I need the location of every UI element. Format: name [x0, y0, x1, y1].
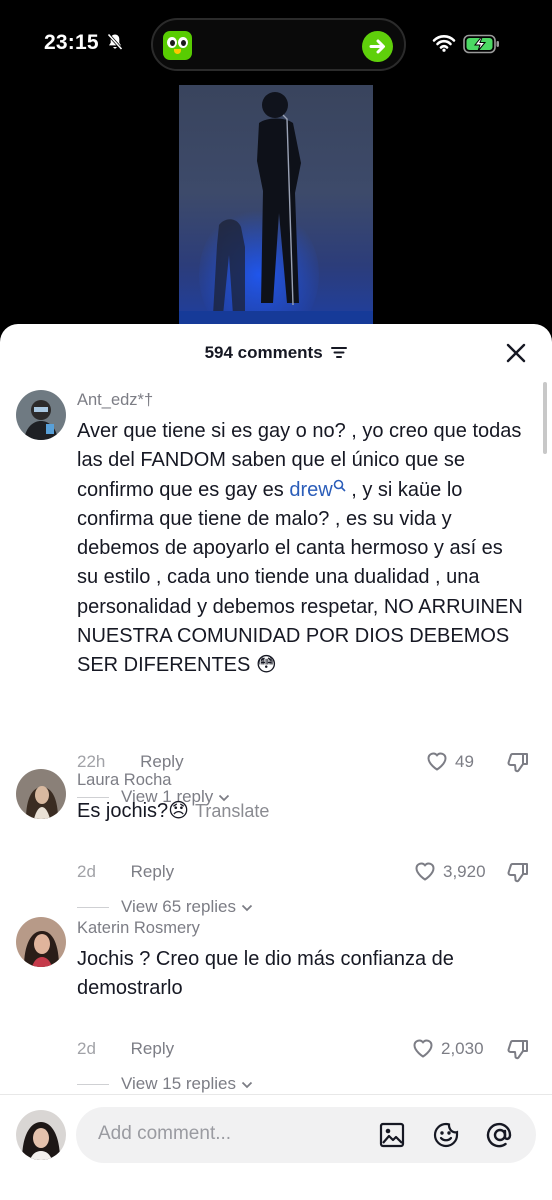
- chevron-down-icon: [241, 904, 252, 912]
- reply-button[interactable]: Reply: [131, 862, 174, 881]
- comment-meta: 2d Reply: [77, 1039, 174, 1059]
- image-icon[interactable]: [378, 1121, 406, 1149]
- avatar[interactable]: [16, 917, 66, 967]
- mention-link[interactable]: drew: [289, 479, 346, 501]
- avatar[interactable]: [16, 390, 66, 440]
- comment-input-bar: Add comment...: [0, 1094, 552, 1200]
- view-replies-button[interactable]: View 65 replies: [77, 897, 253, 917]
- comments-header: 594 comments: [0, 324, 552, 380]
- avatar[interactable]: [16, 769, 66, 819]
- comment-input[interactable]: Add comment...: [76, 1107, 536, 1163]
- like-count: 2,030: [441, 1039, 484, 1058]
- comments-sheet: 594 comments Ant_edz*† Aver que tiene si…: [0, 324, 552, 1200]
- video-preview[interactable]: [179, 85, 373, 325]
- avatar[interactable]: [16, 1110, 66, 1160]
- at-icon[interactable]: [486, 1121, 514, 1149]
- filter-icon[interactable]: [331, 344, 348, 364]
- comment-username[interactable]: Laura Rocha: [77, 771, 171, 790]
- dislike-icon[interactable]: [506, 750, 530, 774]
- bell-slash-icon: [107, 33, 123, 56]
- like-count: 3,920: [443, 862, 486, 881]
- dynamic-island[interactable]: [151, 18, 406, 71]
- comment-count: 594 comments: [204, 343, 323, 362]
- status-bar: 23:15: [0, 0, 552, 86]
- heart-icon[interactable]: [413, 859, 437, 885]
- comment-text: Jochis ? Creo que le dio más confianza d…: [77, 948, 454, 1000]
- arrow-right-icon[interactable]: [362, 31, 393, 62]
- comment-time: 2d: [77, 1039, 96, 1058]
- wifi-icon: [432, 34, 456, 57]
- comment-username[interactable]: Ant_edz*†: [77, 391, 153, 410]
- chevron-down-icon: [241, 1081, 252, 1089]
- heart-icon[interactable]: [425, 749, 449, 775]
- comment-meta: 22h Reply: [77, 752, 184, 772]
- dislike-icon[interactable]: [506, 1037, 530, 1061]
- comment-meta: 2d Reply: [77, 862, 174, 882]
- status-time: 23:15: [44, 31, 99, 54]
- duolingo-owl-icon[interactable]: [163, 31, 192, 60]
- heart-icon[interactable]: [411, 1036, 435, 1062]
- comment-time: 2d: [77, 862, 96, 881]
- close-icon[interactable]: [505, 342, 527, 364]
- comment-username[interactable]: Katerin Rosmery: [77, 919, 200, 938]
- view-replies-button[interactable]: View 15 replies: [77, 1074, 253, 1094]
- like-count: 49: [455, 752, 474, 771]
- reply-button[interactable]: Reply: [131, 1039, 174, 1058]
- reply-button[interactable]: Reply: [140, 752, 183, 771]
- comment-text: Aver que tiene si es gay o no? , yo creo…: [77, 420, 523, 677]
- dislike-icon[interactable]: [506, 860, 530, 884]
- sticker-icon[interactable]: [432, 1121, 460, 1149]
- scrollbar[interactable]: [543, 382, 547, 454]
- translate-button[interactable]: Translate: [195, 801, 269, 821]
- comment-input-placeholder: Add comment...: [98, 1123, 232, 1144]
- comment-text: Es jochis?😞 Translate: [77, 800, 270, 822]
- search-icon: [333, 479, 346, 492]
- battery-charging-icon: [463, 34, 501, 59]
- comment-time: 22h: [77, 752, 106, 771]
